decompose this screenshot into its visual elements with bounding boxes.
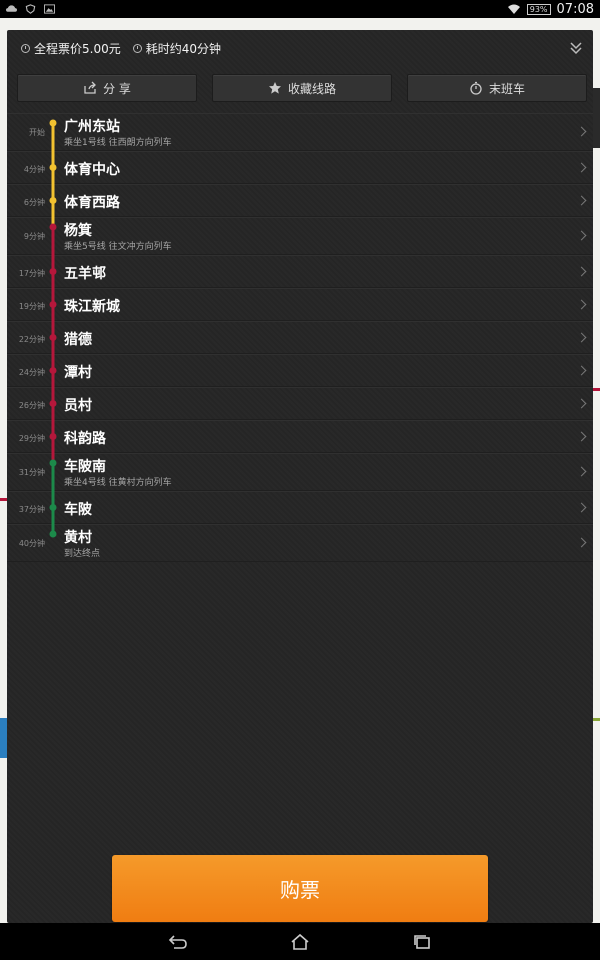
favorite-label: 收藏线路: [287, 81, 336, 96]
favorite-route-button[interactable]: 收藏线路: [212, 74, 392, 102]
stop-time: 22分钟: [18, 335, 45, 344]
share-icon: [84, 81, 96, 94]
stop-name: 潭村: [64, 365, 92, 381]
stop-row[interactable]: 4分钟 体育中心: [7, 151, 593, 184]
system-nav-bar: [0, 923, 600, 960]
stop-name: 科韵路: [64, 431, 106, 447]
shield-icon: [25, 4, 36, 14]
chevron-right-icon: [576, 398, 587, 408]
route-summary: 全程票价5.00元 耗时约40分钟: [7, 30, 593, 66]
buy-ticket-button[interactable]: 购票: [112, 855, 488, 922]
share-button[interactable]: 分 享: [17, 74, 197, 102]
home-icon[interactable]: [289, 933, 311, 951]
chevron-right-icon: [576, 162, 587, 172]
chevron-right-icon: [576, 332, 587, 342]
stop-name: 车陂南: [64, 459, 106, 475]
stop-row[interactable]: 22分钟 猎德: [7, 321, 593, 354]
fare-summary: 全程票价5.00元: [21, 40, 121, 57]
chevron-right-icon: [576, 431, 587, 441]
stop-time: 17分钟: [18, 269, 45, 278]
chevron-right-icon: [576, 537, 587, 548]
map-line-segment: [0, 718, 7, 758]
image-icon: [44, 4, 55, 14]
stop-name: 广州东站: [64, 119, 120, 135]
stop-time: 26分钟: [18, 401, 45, 410]
stop-name: 五羊邨: [64, 266, 106, 282]
stop-time: 24分钟: [18, 368, 45, 377]
battery-indicator: 93%: [526, 3, 551, 15]
share-label: 分 享: [103, 81, 131, 96]
stop-time: 9分钟: [23, 232, 45, 241]
duration-text: 耗时约40分钟: [145, 41, 222, 56]
duration-summary: 耗时约40分钟: [132, 40, 222, 57]
stop-time: 31分钟: [18, 468, 45, 477]
stop-row[interactable]: 6分钟 体育西路: [7, 184, 593, 217]
stop-row[interactable]: 31分钟 车陂南乘坐4号线 往黄村方向列车: [7, 453, 593, 491]
stop-name: 黄村: [64, 530, 92, 546]
stop-row[interactable]: 37分钟 车陂: [7, 491, 593, 524]
stop-name: 体育中心: [64, 162, 120, 178]
recent-apps-icon[interactable]: [411, 933, 433, 951]
chevron-right-icon: [576, 299, 587, 309]
route-panel: 全程票价5.00元 耗时约40分钟 分 享 收藏线路 末班车 开始 广州东站乘坐1…: [7, 30, 593, 923]
chevron-right-icon: [576, 502, 587, 512]
chevron-right-icon: [576, 365, 587, 375]
map-line-segment: [593, 388, 600, 391]
stop-row[interactable]: 19分钟 珠江新城: [7, 288, 593, 321]
stop-time: 4分钟: [23, 165, 45, 174]
fare-text: 全程票价5.00元: [34, 41, 121, 56]
stop-time: 37分钟: [18, 505, 45, 514]
action-bar: 分 享 收藏线路 末班车: [17, 74, 587, 102]
cloud-icon: [6, 5, 17, 12]
stop-list: 开始 广州东站 乘坐1号线 往西朗方向列车 4分钟 体育中心 6分钟 体育西路 9分钟 杨箕 乘坐…: [7, 113, 593, 562]
stop-time: 29分钟: [18, 434, 45, 443]
stop-name: 体育西路: [64, 195, 120, 211]
collapse-icon[interactable]: [569, 41, 583, 55]
stop-time: 6分钟: [23, 198, 45, 207]
stop-name: 珠江新城: [64, 299, 120, 315]
last-train-label: 末班车: [488, 81, 525, 96]
stop-time: 19分钟: [18, 302, 45, 311]
stop-name: 猎德: [64, 332, 92, 348]
wifi-icon: [507, 4, 520, 14]
last-train-button[interactable]: 末班车: [407, 74, 587, 102]
stop-note: 乘坐5号线 往文冲方向列车: [64, 242, 172, 252]
status-time: 07:08: [556, 1, 594, 17]
stop-time: 开始: [29, 128, 45, 137]
status-bar: 93% 07:08: [0, 0, 600, 18]
stop-row[interactable]: 24分钟 潭村: [7, 354, 593, 387]
stop-row[interactable]: 29分钟 科韵路: [7, 420, 593, 453]
stop-row[interactable]: 17分钟 五羊邨: [7, 255, 593, 288]
clock-icon: [132, 43, 142, 53]
stop-name: 员村: [64, 398, 92, 414]
star-icon: [268, 82, 281, 94]
notification-icons: [6, 4, 55, 14]
stop-note: 到达终点: [64, 549, 101, 559]
back-icon[interactable]: [167, 933, 189, 951]
stop-name: 杨箕: [64, 223, 92, 239]
stop-row[interactable]: 40分钟 黄村到达终点: [7, 524, 593, 562]
info-icon: [21, 43, 30, 53]
stop-note: 乘坐1号线 往西朗方向列车: [64, 138, 172, 148]
stop-time: 40分钟: [18, 539, 45, 548]
chevron-right-icon: [576, 466, 587, 477]
stop-row[interactable]: 9分钟 杨箕乘坐5号线 往文冲方向列车: [7, 217, 593, 255]
stop-note: 乘坐4号线 往黄村方向列车: [64, 478, 172, 488]
stop-row[interactable]: 开始 广州东站乘坐1号线 往西朗方向列车: [7, 113, 593, 151]
chevron-right-icon: [576, 266, 587, 276]
map-line-segment: [0, 498, 7, 501]
chevron-right-icon: [576, 126, 587, 137]
chevron-right-icon: [576, 195, 587, 205]
map-line-segment: [593, 718, 600, 721]
stop-row[interactable]: 26分钟 员村: [7, 387, 593, 420]
chevron-right-icon: [576, 230, 587, 241]
timer-icon: [470, 81, 482, 95]
stop-name: 车陂: [64, 502, 92, 518]
